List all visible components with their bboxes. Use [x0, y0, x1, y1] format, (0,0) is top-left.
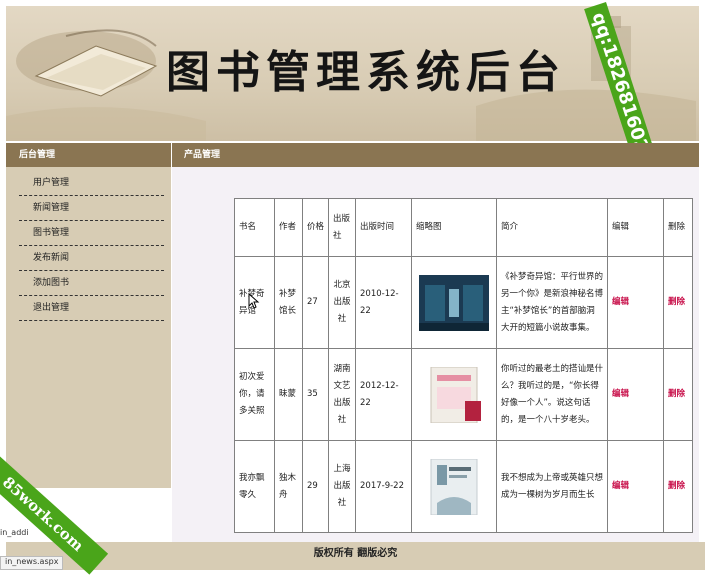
book-publisher: 北京出版社 — [328, 256, 356, 349]
delete-link[interactable]: 删除 — [668, 389, 685, 399]
book-intro: 我不想成为上帝或英雄只想成为一棵树为岁月而生长 — [496, 440, 608, 533]
table-header-row: 书名 作者 价格 出版社 出版时间 缩略图 简介 编辑 删除 — [234, 198, 693, 257]
banner-title: 图书管理系统后台 — [166, 47, 566, 98]
delete-link[interactable]: 删除 — [668, 297, 685, 307]
edit-link[interactable]: 编辑 — [612, 297, 629, 307]
book-author: 补梦馆长 — [274, 256, 303, 349]
footer-copyright: 版权所有 翻版必究 — [6, 542, 705, 570]
book-price: 27 — [302, 256, 329, 349]
book-date: 2012-12-22 — [355, 348, 412, 441]
sidebar-item-add-book[interactable]: 添加图书 — [19, 271, 164, 296]
table-row: 补梦奇异馆 补梦馆长 27 北京出版社 2010-12-22 《补梦奇异馆：平行… — [234, 256, 693, 349]
sidebar-item-news-management[interactable]: 新闻管理 — [19, 196, 164, 221]
book-thumbnail-cell — [411, 348, 497, 441]
book-cover-image — [430, 366, 481, 423]
header-delete: 删除 — [663, 198, 693, 257]
sidebar-menu: 用户管理 新闻管理 图书管理 发布新闻 添加图书 退出管理 — [6, 171, 171, 321]
book-intro: 你听过的最老土的搭讪是什么？我听过的是，“你长得好像一个人”。说这句话的，是一个… — [496, 348, 608, 441]
book-author: 独木舟 — [274, 440, 303, 533]
table-row: 我亦飘零久 独木舟 29 上海出版社 2017-9-22 我不想成为上帝或英雄只… — [234, 440, 693, 533]
book-publisher: 湖南文艺出版社 — [328, 348, 356, 441]
header-name: 书名 — [234, 198, 275, 257]
book-date: 2017-9-22 — [355, 440, 412, 533]
book-author: 昧蒙 — [274, 348, 303, 441]
header-date: 出版时间 — [355, 198, 412, 257]
book-intro: 《补梦奇异馆：平行世界的另一个你》是新浪神秘名博主“补梦馆长”的首部脑洞大开的短… — [496, 256, 608, 349]
header-author: 作者 — [274, 198, 303, 257]
book-cover-image — [430, 458, 478, 515]
status-url: in_news.aspx — [0, 556, 64, 570]
books-table: 书名 作者 价格 出版社 出版时间 缩略图 简介 编辑 删除 补梦奇异馆 补梦馆… — [234, 198, 693, 533]
edit-link[interactable]: 编辑 — [612, 389, 629, 399]
book-price: 35 — [302, 348, 329, 441]
header-publisher: 出版社 — [328, 198, 356, 257]
book-thumbnail-cell — [411, 256, 497, 349]
status-url-partial: in_addi — [0, 528, 29, 537]
header-edit: 编辑 — [607, 198, 664, 257]
book-date: 2010-12-22 — [355, 256, 412, 349]
sidebar-item-book-management[interactable]: 图书管理 — [19, 221, 164, 246]
main-heading: 产品管理 — [172, 143, 699, 167]
header-intro: 简介 — [496, 198, 608, 257]
delete-link[interactable]: 删除 — [668, 481, 685, 491]
book-thumbnail-cell — [411, 440, 497, 533]
main-content: 书名 作者 价格 出版社 出版时间 缩略图 简介 编辑 删除 补梦奇异馆 补梦馆… — [172, 167, 699, 542]
book-name: 我亦飘零久 — [234, 440, 275, 533]
page-frame: 图书管理系统后台 qq:1826816020 后台管理 用户管理 新闻管理 图书… — [0, 0, 710, 575]
sidebar-item-publish-news[interactable]: 发布新闻 — [19, 246, 164, 271]
header-price: 价格 — [302, 198, 329, 257]
table-row: 初次爱你，请多关照 昧蒙 35 湖南文艺出版社 2012-12-22 你听过的最… — [234, 348, 693, 441]
sidebar-item-logout[interactable]: 退出管理 — [19, 296, 164, 321]
book-cover-image — [419, 274, 489, 331]
mouse-pointer-icon — [248, 293, 260, 309]
book-name: 初次爱你，请多关照 — [234, 348, 275, 441]
book-price: 29 — [302, 440, 329, 533]
sidebar: 后台管理 用户管理 新闻管理 图书管理 发布新闻 添加图书 退出管理 — [6, 143, 171, 488]
sidebar-item-user-management[interactable]: 用户管理 — [19, 171, 164, 196]
sidebar-heading: 后台管理 — [6, 143, 171, 167]
header-thumbnail: 缩略图 — [411, 198, 497, 257]
edit-link[interactable]: 编辑 — [612, 481, 629, 491]
book-publisher: 上海出版社 — [328, 440, 356, 533]
